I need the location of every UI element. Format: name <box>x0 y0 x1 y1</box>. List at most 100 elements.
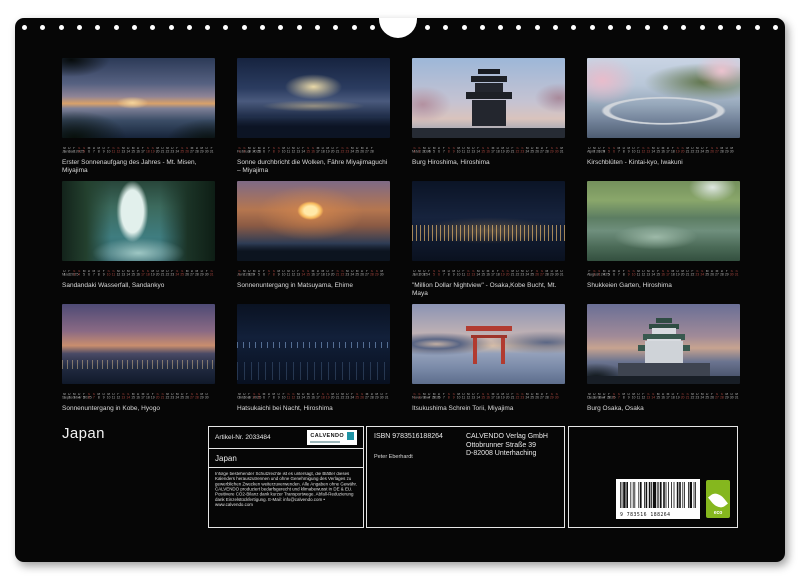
binding-hole <box>681 25 686 30</box>
binding-hole <box>150 25 155 30</box>
month-cell: Dezember 2025 M1D2M3D4F5S6S7M8D9M10D11F1… <box>587 304 740 423</box>
author-name: Peter Eberhardt <box>374 454 466 460</box>
article-number: Artikel-Nr. 2033484 <box>215 434 271 441</box>
calendar-title: Japan <box>209 449 363 468</box>
calvendo-logo-tagline <box>310 441 340 443</box>
photo-mai <box>62 181 215 261</box>
binding-hole <box>425 25 430 30</box>
binding-hole <box>736 25 741 30</box>
month-cell: März 2025 S1S2M3D4M5D6F7S8S9M10D11M12D13… <box>412 58 565 177</box>
page-title: Japan <box>62 425 105 442</box>
mini-calendar-strip: S1M2D3M4D5F6S7S8M9D10M11D12F13S14S15M16D… <box>237 270 390 278</box>
binding-hole <box>352 25 357 30</box>
binding-hole <box>205 25 210 30</box>
photo-caption: Burg Hiroshima, Hiroshima <box>412 159 565 167</box>
photo-november <box>412 304 565 384</box>
eco-badge: eco <box>706 480 730 518</box>
mini-calendar-strip: D1M2D3F4S5S6M7D8M9D10F11S12S13M14D15M16D… <box>412 270 565 278</box>
photo-maerz <box>412 58 565 138</box>
barcode-digits: 9 783516 188264 <box>620 512 681 518</box>
binding-hole <box>260 25 265 30</box>
binding-hole <box>480 25 485 30</box>
photo-caption: Kirschblüten - Kintai-kyo, Iwakuni <box>587 159 740 167</box>
publisher-box: ISBN 9783516188264 Peter Eberhardt CALVE… <box>366 426 565 528</box>
binding-hole <box>40 25 45 30</box>
binding-hole <box>22 25 27 30</box>
month-cell: April 2025 D1M2D3F4S5S6M7D8M9D10F11S12S1… <box>587 58 740 177</box>
binding-hole <box>132 25 137 30</box>
binding-hole <box>315 25 320 30</box>
month-cell: Mai 2025 D1F2S3S4M5D6M7D8F9S10S11M12D13M… <box>62 181 215 300</box>
publisher-address: CALVENDO Verlag GmbH Ottobrunner Straße … <box>466 433 548 460</box>
month-cell: September 2025 M1D2M3D4F5S6S7M8D9M10D11F… <box>62 304 215 423</box>
month-cell: Januar 2025 M1D2F3S4S5M6D7M8D9F10S11S12M… <box>62 58 215 177</box>
photo-caption: Shukkeien Garten, Hiroshima <box>587 282 740 290</box>
photo-caption: Hatsukaichi bei Nacht, Hiroshima <box>237 405 390 413</box>
month-cell: August 2025 F1S2S3M4D5M6D7F8S9S10M11D12M… <box>587 181 740 300</box>
mini-calendar-strip: S1S2M3D4M5D6F7S8S9M10D11M12D13F14S15S16M… <box>412 147 565 155</box>
binding-hole <box>242 25 247 30</box>
binding-hole <box>590 25 595 30</box>
photo-april <box>587 58 740 138</box>
binding-hole <box>223 25 228 30</box>
binding-hole <box>645 25 650 30</box>
photo-caption: "Million Dollar Nightview" - Osaka,Kobe … <box>412 282 565 297</box>
photo-august <box>587 181 740 261</box>
hanger-cutout <box>379 18 417 38</box>
calvendo-logo: CALVENDO <box>307 430 357 445</box>
binding-hole <box>59 25 64 30</box>
binding-hole <box>718 25 723 30</box>
month-cell: Februar 2025 S1S2M3D4M5D6F7S8S9M10D11M12… <box>237 58 390 177</box>
calvendo-logo-icon <box>347 432 354 440</box>
binding-hole <box>187 25 192 30</box>
legal-text: Infolge bestehender Schutzrechte ist es … <box>215 472 357 508</box>
month-cell: Juli 2025 D1M2D3F4S5S6M7D8M9D10F11S12S13… <box>412 181 565 300</box>
mini-calendar-strip: M1D2F3S4S5M6D7M8D9F10S11S12M13D14M15D16F… <box>62 147 215 155</box>
photo-juli <box>412 181 565 261</box>
binding-hole <box>370 25 375 30</box>
binding-hole <box>462 25 467 30</box>
binding-hole <box>553 25 558 30</box>
photo-januar <box>62 58 215 138</box>
mini-calendar-strip: F1S2S3M4D5M6D7F8S9S10M11D12M13D14F15S16S… <box>587 270 740 278</box>
isbn-text: ISBN 9783516188264 <box>374 433 466 440</box>
info-box: Artikel-Nr. 2033484 CALVENDO Japan Infol… <box>208 426 364 528</box>
binding-hole <box>278 25 283 30</box>
binding-hole <box>700 25 705 30</box>
binding-hole <box>608 25 613 30</box>
binding-hole <box>77 25 82 30</box>
ean-barcode: 9 783516 188264 <box>616 479 700 519</box>
binding-hole <box>663 25 668 30</box>
binding-hole <box>773 25 778 30</box>
photo-dezember <box>587 304 740 384</box>
binding-hole <box>297 25 302 30</box>
mini-calendar-strip: D1M2D3F4S5S6M7D8M9D10F11S12S13M14D15M16D… <box>587 147 740 155</box>
leaf-icon <box>708 490 728 511</box>
photo-september <box>62 304 215 384</box>
binding-hole <box>95 25 100 30</box>
photo-oktober <box>237 304 390 384</box>
barcode-bars <box>620 482 696 508</box>
calvendo-logo-text: CALVENDO <box>310 433 344 439</box>
binding-hole <box>535 25 540 30</box>
binding-hole <box>626 25 631 30</box>
binding-hole <box>516 25 521 30</box>
binding-hole <box>498 25 503 30</box>
binding-hole <box>571 25 576 30</box>
binding-hole <box>169 25 174 30</box>
month-cell: Oktober 2025 M1D2F3S4S5M6D7M8D9F10S11S12… <box>237 304 390 423</box>
calendar-back-page: Januar 2025 M1D2F3S4S5M6D7M8D9F10S11S12M… <box>15 18 785 562</box>
photo-caption: Sonne durchbricht die Wolken, Fähre Miya… <box>237 159 390 174</box>
binding-hole <box>333 25 338 30</box>
photo-caption: Erster Sonnenaufgang des Jahres - Mt. Mi… <box>62 159 215 174</box>
photo-caption: Itsukushima Schrein Torii, Miyajima <box>412 405 565 413</box>
photo-caption: Burg Osaka, Osaka <box>587 405 740 413</box>
photo-caption: Sandandaki Wasserfall, Sandankyo <box>62 282 215 290</box>
photo-juni <box>237 181 390 261</box>
photo-februar <box>237 58 390 138</box>
mini-calendar-strip: D1F2S3S4M5D6M7D8F9S10S11M12D13M14D15F16S… <box>62 270 215 278</box>
binding-hole <box>114 25 119 30</box>
binding-hole <box>755 25 760 30</box>
month-cell: November 2025 S1S2M3D4M5D6F7S8S9M10D11M1… <box>412 304 565 423</box>
binding-hole <box>443 25 448 30</box>
